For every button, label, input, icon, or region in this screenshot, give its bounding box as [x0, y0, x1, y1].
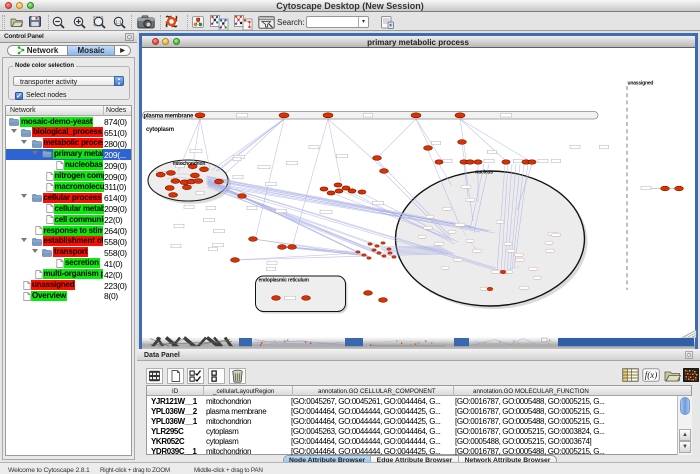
svg-text:1:1: 1:1 [115, 20, 122, 25]
svg-text:f(x): f(x) [645, 370, 658, 380]
